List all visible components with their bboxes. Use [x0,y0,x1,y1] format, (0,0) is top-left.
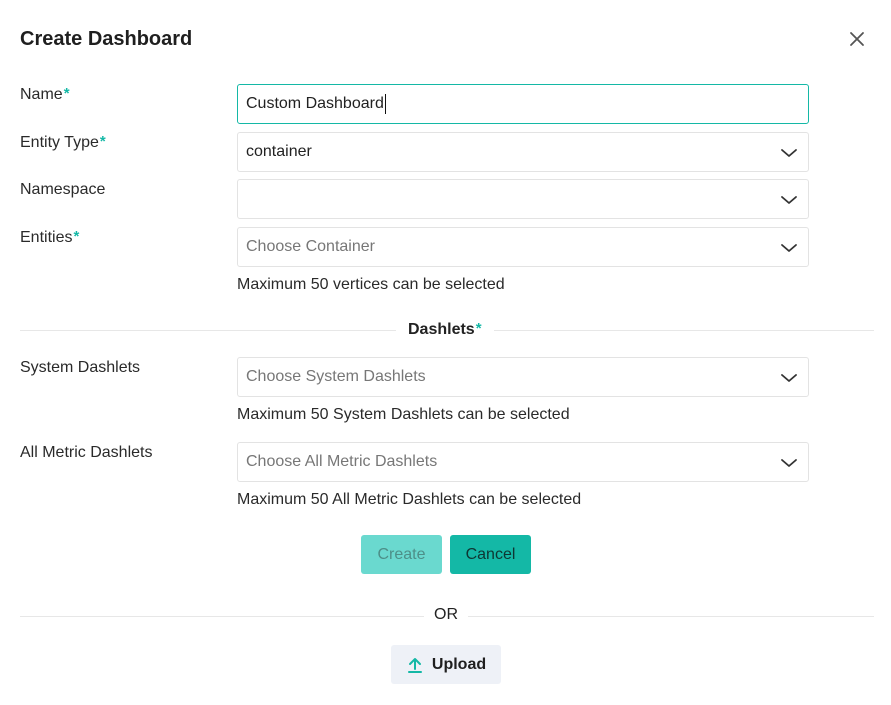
upload-label: Upload [431,655,487,673]
entity-type-value: container [246,143,312,160]
chevron-down-icon [781,149,797,157]
entity-type-label-text: Entity Type [20,134,99,151]
cancel-button[interactable]: Cancel [450,535,531,574]
system-dashlets-placeholder: Choose System Dashlets [246,368,426,385]
system-dashlets-hint: Maximum 50 System Dashlets can be select… [237,406,570,423]
entities-label-text: Entities [20,229,73,246]
dashlets-section-label: Dashlets* [396,320,494,339]
entities-placeholder: Choose Container [246,238,375,255]
create-dashboard-dialog: Create Dashboard Name* Custom Dashboard … [0,0,891,705]
system-dashlets-label: System Dashlets [20,359,141,376]
chevron-down-icon [781,196,797,204]
required-mark: * [63,85,70,102]
entity-type-select[interactable]: container [237,132,809,172]
text-cursor [384,94,387,114]
chevron-down-icon [781,374,797,382]
entities-hint: Maximum 50 vertices can be selected [237,276,505,293]
entity-type-label: Entity Type* [20,133,106,152]
create-button[interactable]: Create [361,535,442,574]
all-metric-dashlets-label: All Metric Dashlets [20,444,153,461]
namespace-label-text: Namespace [20,181,106,198]
all-metric-dashlets-placeholder: Choose All Metric Dashlets [246,453,438,470]
namespace-label: Namespace [20,181,105,199]
entities-select[interactable]: Choose Container [237,227,809,267]
all-metric-dashlets-hint: Maximum 50 All Metric Dashlets can be se… [237,491,582,508]
dashlets-section-text: Dashlets [408,321,475,338]
name-input[interactable]: Custom Dashboard [237,84,809,124]
dialog-title: Create Dashboard [20,28,193,50]
chevron-down-icon [781,244,797,252]
system-dashlets-select[interactable]: Choose System Dashlets [237,357,809,397]
entities-label: Entities* [20,228,80,247]
upload-arrow-icon [407,657,422,673]
name-input-value: Custom Dashboard [246,95,384,112]
upload-button[interactable]: Upload [391,645,501,684]
name-label: Name* [20,85,70,104]
or-label: OR [424,606,468,624]
name-label-text: Name [20,86,63,103]
all-metric-dashlets-select[interactable]: Choose All Metric Dashlets [237,442,809,482]
close-icon[interactable] [846,28,868,50]
required-mark: * [99,133,106,150]
required-mark: * [475,320,482,337]
namespace-select[interactable] [237,179,809,219]
required-mark: * [73,228,80,245]
chevron-down-icon [781,459,797,467]
